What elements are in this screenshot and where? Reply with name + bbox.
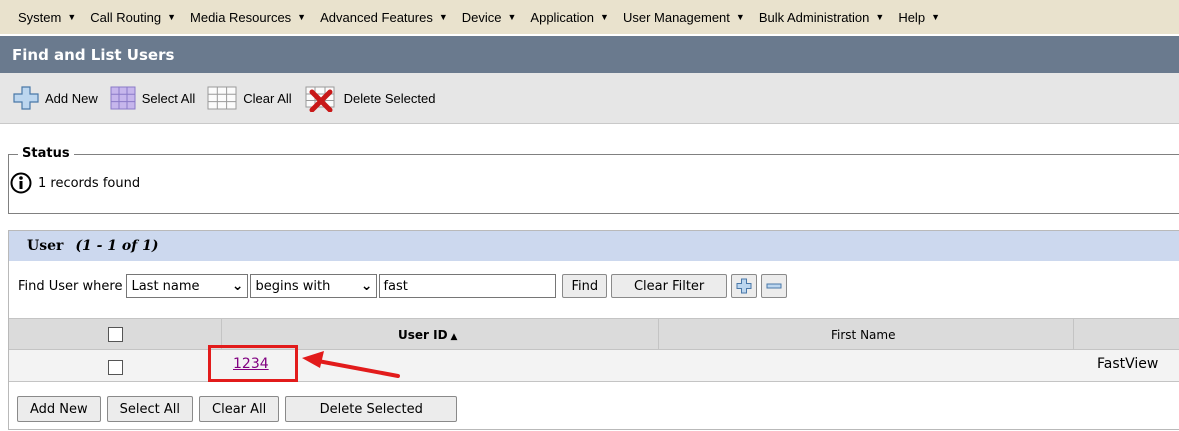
menu-label: Media Resources [190,9,292,25]
caret-down-icon: ▼ [507,12,517,22]
plus-icon [13,86,39,110]
column-header-first-name[interactable]: First Name [831,328,895,342]
menu-application[interactable]: Application ▼ [530,10,609,25]
highlight-box [208,345,298,382]
caret-down-icon: ▼ [931,12,940,22]
operator-select-value: begins with [255,278,331,294]
clear-all-button[interactable]: Clear All [207,86,292,110]
red-arrow-icon [302,351,400,378]
caret-down-icon: ▼ [67,12,77,22]
page-title-text: Find and List Users [12,45,175,64]
status-message: 1 records found [38,175,141,191]
menu-label: Advanced Features [320,9,433,25]
column-divider [1073,319,1074,349]
search-input[interactable]: fast [379,274,557,298]
status-legend: Status [18,146,74,161]
menu-system[interactable]: System ▼ [18,10,76,25]
info-icon [10,172,32,194]
menu-label: System [18,9,62,25]
clear-filter-button[interactable]: Clear Filter [611,274,728,298]
menu-label: Bulk Administration [758,9,870,25]
menu-bar: System ▼ Call Routing ▼ Media Resources ▼ A… [0,0,1179,34]
select-all-button-bottom[interactable]: Select All [106,396,194,422]
table-header: User ID ▲ First Name [9,318,1179,350]
field-select[interactable]: Last name ⌄ [126,274,249,298]
add-filter-button[interactable] [731,274,758,298]
find-filter-row: Find User where Last name ⌄ begins with … [9,274,791,298]
caret-down-icon: ▼ [167,12,177,22]
add-new-label: Add New [45,90,98,106]
select-all-label: Select All [141,90,196,106]
field-select-value: Last name [131,278,200,294]
select-all-grid-icon [110,86,136,110]
remove-filter-button[interactable] [761,274,788,298]
column-label: User ID [398,328,448,342]
column-header-user-id[interactable]: User ID ▲ [398,328,457,342]
find-button[interactable]: Find [562,274,608,298]
delete-selected-label: Delete Selected [343,90,436,106]
page-title: Find and List Users [0,36,1179,73]
chevron-down-icon: ⌄ [360,278,373,294]
delete-x-icon [305,86,335,112]
column-divider [658,319,659,349]
column-label: First Name [831,328,896,342]
caret-down-icon: ▼ [297,12,307,22]
row-checkbox[interactable] [108,360,123,375]
menu-label: Call Routing [90,9,162,25]
menu-bulk-administration[interactable]: Bulk Administration ▼ [759,10,884,25]
minus-icon [766,283,782,289]
menu-advanced-features[interactable]: Advanced Features ▼ [320,10,448,25]
table-row: 1234 FastView [9,350,1179,382]
menu-device[interactable]: Device ▼ [462,10,517,25]
menu-label: User Management [622,9,730,25]
clear-all-label: Clear All [243,90,292,106]
status-box [8,154,1179,214]
menu-user-management[interactable]: User Management ▼ [623,10,745,25]
chevron-down-icon: ⌄ [231,278,244,294]
caret-down-icon: ▼ [875,12,885,22]
search-input-value: fast [383,278,408,294]
clear-all-button-bottom[interactable]: Clear All [199,396,280,422]
select-all-button[interactable]: Select All [110,86,195,110]
plus-icon [736,278,752,294]
sort-ascending-icon: ▲ [450,332,458,342]
first-name-cell: FastView [1097,356,1159,372]
select-all-checkbox[interactable] [108,327,123,342]
delete-selected-button-bottom[interactable]: Delete Selected [285,396,458,422]
bottom-action-bar: Add New Select All Clear All Delete Sele… [17,396,463,422]
status-row: 1 records found [10,172,140,194]
caret-down-icon: ▼ [600,12,609,22]
user-panel-header: User (1 - 1 of 1) [9,231,1179,261]
caret-down-icon: ▼ [735,12,745,22]
clear-all-grid-icon [207,86,237,110]
add-new-button-bottom[interactable]: Add New [17,396,101,422]
menu-label: Device [461,9,502,25]
toolbar: Add New Select All Clear All Delete Sele… [0,73,1179,124]
menu-help[interactable]: Help ▼ [898,10,940,25]
delete-selected-button[interactable]: Delete Selected [304,84,436,112]
operator-select[interactable]: begins with ⌄ [250,274,378,298]
panel-title: User [27,238,64,254]
menu-media-resources[interactable]: Media Resources ▼ [190,10,306,25]
record-count: (1 - 1 of 1) [75,238,159,254]
add-new-button[interactable]: Add New [13,86,98,110]
find-label: Find User where [18,278,123,294]
menu-label: Help [898,9,926,25]
menu-call-routing[interactable]: Call Routing ▼ [90,10,176,25]
menu-label: Application [530,9,595,25]
caret-down-icon: ▼ [438,12,448,22]
